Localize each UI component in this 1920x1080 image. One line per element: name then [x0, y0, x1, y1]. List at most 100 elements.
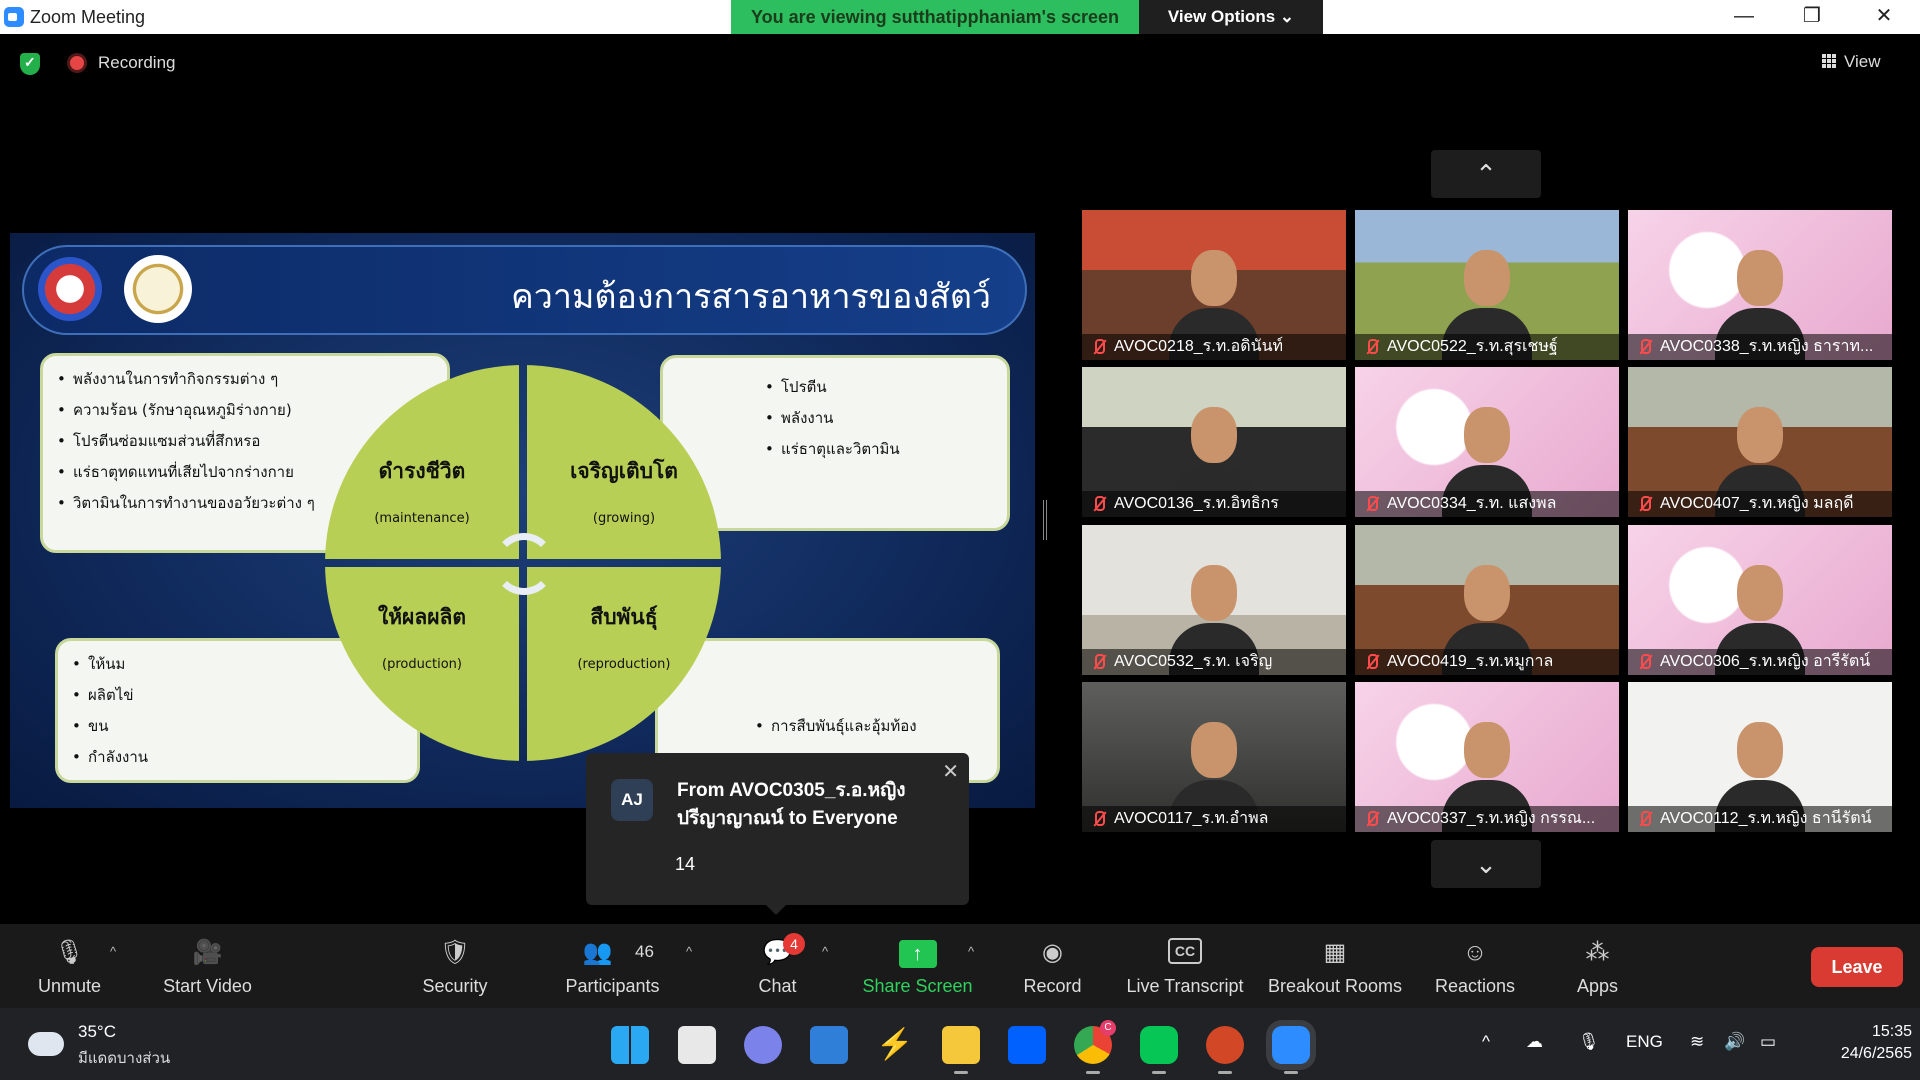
muted-mic-icon: [1363, 653, 1381, 671]
audio-options-caret[interactable]: ^: [110, 944, 116, 959]
live-transcript-button[interactable]: CC Live Transcript: [1120, 924, 1250, 1008]
participant-name: AVOC0522_ร.ท.สุรเชษฐ์: [1355, 334, 1619, 360]
participant-name: AVOC0117_ร.ท.อำพล: [1082, 806, 1346, 832]
teams-chat-icon[interactable]: [744, 1026, 782, 1064]
gallery-prev-page-button[interactable]: ⌃: [1431, 150, 1541, 198]
close-icon[interactable]: ✕: [942, 759, 959, 784]
share-screen-button[interactable]: ↑ Share Screen: [855, 924, 980, 1008]
list-item: พลังงาน: [763, 403, 907, 434]
institution-logo-icon: [38, 257, 102, 321]
close-window-button[interactable]: ✕: [1854, 0, 1914, 34]
windows-taskbar: 35°C มีแดดบางส่วน ⚡ C ^ ☁ 🎙 ENG ≋ 🔊 ▭ 15…: [0, 1008, 1920, 1080]
start-video-button[interactable]: 🎥 Start Video: [150, 924, 265, 1008]
share-options-caret[interactable]: ^: [968, 944, 974, 959]
powerpoint-icon[interactable]: [1206, 1026, 1244, 1074]
security-label: Security: [422, 976, 488, 996]
shared-slide: ความต้องการสารอาหารของสัตว์ พลังงานในการ…: [10, 233, 1035, 808]
security-button[interactable]: 🛡 Security: [405, 924, 505, 1008]
volume-icon[interactable]: 🔊: [1724, 1032, 1745, 1052]
grid-view-icon: [1822, 54, 1836, 68]
muted-mic-icon: [1636, 495, 1654, 513]
view-options-button[interactable]: View Options ⌄: [1139, 0, 1323, 34]
muted-mic-icon: [1090, 338, 1108, 356]
participant-tile[interactable]: AVOC0117_ร.ท.อำพล: [1082, 682, 1346, 832]
zoom-taskbar-icon[interactable]: [1272, 1026, 1310, 1074]
chat-button[interactable]: 💬 4 Chat: [735, 924, 820, 1008]
snipping-tool-icon[interactable]: ⚡: [876, 1026, 914, 1064]
chat-sender-line: From AVOC0305_ร.อ.หญิง ปรีญาญาณน์ to Eve…: [677, 780, 906, 829]
gallery-next-page-button[interactable]: ⌄: [1431, 840, 1541, 888]
participant-tile[interactable]: AVOC0532_ร.ท. เจริญ: [1082, 525, 1346, 675]
wifi-icon[interactable]: ≋: [1690, 1032, 1704, 1052]
record-button[interactable]: ◉ Record: [1010, 924, 1095, 1008]
participant-tile[interactable]: AVOC0334_ร.ท. แสงพล: [1355, 367, 1619, 517]
partly-cloudy-weather-icon[interactable]: [28, 1024, 64, 1056]
windows-start-icon[interactable]: [611, 1026, 649, 1064]
view-label: View: [1844, 52, 1881, 71]
chat-options-caret[interactable]: ^: [822, 944, 828, 959]
chevron-up-icon[interactable]: ^: [1482, 1032, 1490, 1052]
restore-button[interactable]: ❐: [1782, 0, 1842, 34]
participant-name: AVOC0337_ร.ท.หญิง กรรณ...: [1355, 806, 1619, 832]
weather-temperature[interactable]: 35°C: [78, 1022, 116, 1042]
unmute-button[interactable]: 🎙 Unmute: [22, 924, 117, 1008]
taskbar-clock[interactable]: 15:35 24/6/2565: [1832, 1021, 1912, 1065]
quadrant-title: สืบพันธุ์: [590, 605, 658, 629]
muted-mic-icon: [1636, 338, 1654, 356]
participant-tile[interactable]: AVOC0112_ร.ท.หญิง ธานีรัตน์: [1628, 682, 1892, 832]
list-item: การสืบพันธุ์และอุ้มท้อง: [753, 711, 997, 742]
participant-tile[interactable]: AVOC0419_ร.ท.หมูกาล: [1355, 525, 1619, 675]
record-icon: ◉: [1042, 939, 1063, 966]
line-app-icon[interactable]: [1140, 1026, 1178, 1074]
participant-name: AVOC0136_ร.ท.อิทธิกร: [1082, 491, 1346, 517]
share-screen-arrow-icon: ↑: [898, 940, 937, 968]
quadrant-title: ดำรงชีวิต: [378, 459, 466, 483]
participants-options-caret[interactable]: ^: [686, 944, 692, 959]
muted-mic-icon: [1090, 810, 1108, 828]
participants-button[interactable]: 👥 46 Participants: [555, 924, 670, 1008]
leave-meeting-button[interactable]: Leave: [1811, 947, 1903, 987]
quadrant-title: เจริญเติบโต: [570, 459, 678, 483]
onedrive-cloud-icon[interactable]: ☁: [1526, 1032, 1543, 1052]
muted-mic-icon: [1636, 810, 1654, 828]
chat-notification-popup[interactable]: AJ From AVOC0305_ร.อ.หญิง ปรีญาญาณน์ to …: [586, 753, 969, 915]
participant-tile[interactable]: AVOC0337_ร.ท.หญิง กรรณ...: [1355, 682, 1619, 832]
participant-tile[interactable]: AVOC0338_ร.ท.หญิง ธาราท...: [1628, 210, 1892, 360]
apps-button[interactable]: ⁂ Apps: [1555, 924, 1640, 1008]
minimize-button[interactable]: —: [1714, 0, 1774, 34]
dropbox-icon[interactable]: [1008, 1026, 1046, 1064]
recording-label[interactable]: Recording: [98, 53, 176, 73]
participant-tile[interactable]: AVOC0136_ร.ท.อิทธิกร: [1082, 367, 1346, 517]
input-language[interactable]: ENG: [1626, 1032, 1663, 1052]
unmute-label: Unmute: [37, 976, 102, 996]
muted-mic-icon: [1090, 495, 1108, 513]
encryption-shield-icon[interactable]: [20, 53, 40, 75]
weather-condition[interactable]: มีแดดบางส่วน: [78, 1046, 170, 1070]
file-explorer-icon[interactable]: [942, 1026, 980, 1074]
split-view-handle[interactable]: [1043, 500, 1047, 540]
breakout-rooms-button[interactable]: ▦ Breakout Rooms: [1265, 924, 1405, 1008]
quadrant-subtitle: (reproduction): [577, 657, 671, 672]
muted-mic-icon: [1636, 653, 1654, 671]
muted-mic-icon: 🎙: [54, 939, 85, 966]
chrome-icon[interactable]: C: [1074, 1020, 1116, 1074]
participant-name: AVOC0338_ร.ท.หญิง ธาราท...: [1628, 334, 1892, 360]
mail-icon[interactable]: [810, 1026, 848, 1064]
battery-icon[interactable]: ▭: [1760, 1032, 1776, 1052]
participant-tile[interactable]: AVOC0306_ร.ท.หญิง อารีรัตน์: [1628, 525, 1892, 675]
participant-name: AVOC0306_ร.ท.หญิง อารีรัตน์: [1628, 649, 1892, 675]
view-layout-button[interactable]: View: [1822, 47, 1904, 77]
share-screen-label: Share Screen: [862, 976, 973, 996]
reactions-button[interactable]: ☺ Reactions: [1425, 924, 1525, 1008]
muted-mic-icon: [1363, 338, 1381, 356]
participant-tile[interactable]: AVOC0218_ร.ท.อดินันท์: [1082, 210, 1346, 360]
microphone-icon[interactable]: 🎙: [1578, 1032, 1600, 1052]
participant-tile[interactable]: AVOC0522_ร.ท.สุรเชษฐ์: [1355, 210, 1619, 360]
quadrant-subtitle: (growing): [592, 511, 656, 526]
participant-name: AVOC0334_ร.ท. แสงพล: [1355, 491, 1619, 517]
chat-unread-badge: 4: [783, 933, 805, 955]
video-off-icon: 🎥: [192, 939, 223, 966]
start-video-label: Start Video: [163, 976, 252, 996]
task-view-icon[interactable]: [678, 1026, 716, 1064]
participant-tile[interactable]: AVOC0407_ร.ท.หญิง มลฤดี: [1628, 367, 1892, 517]
